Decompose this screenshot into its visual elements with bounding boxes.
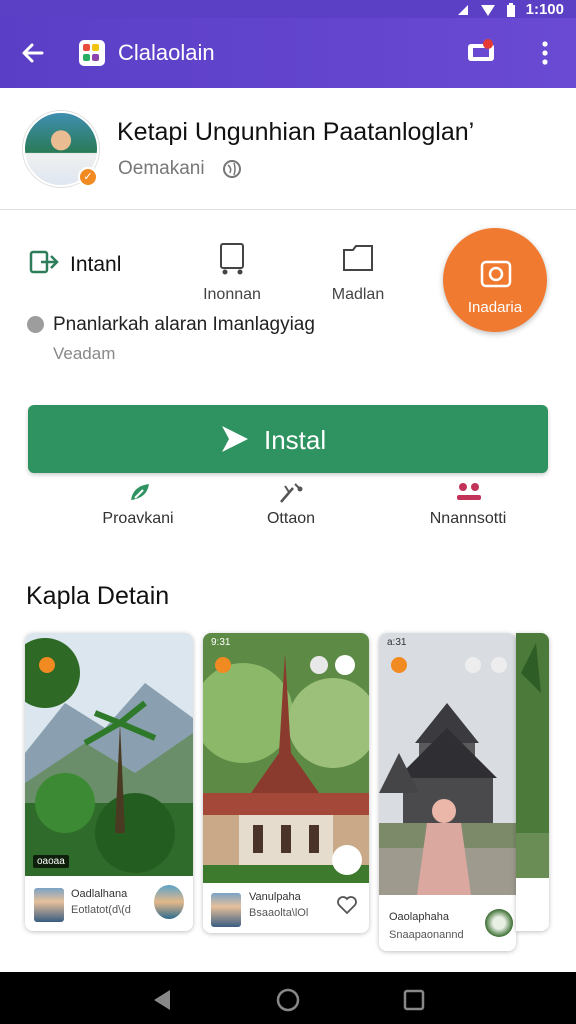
- signal-icon: [457, 4, 468, 15]
- recents-nav-icon[interactable]: [402, 988, 426, 1012]
- avatar: [154, 885, 184, 919]
- cast-icon[interactable]: [466, 39, 496, 65]
- screenshot-card[interactable]: [516, 633, 549, 931]
- screenshot-image: [379, 633, 516, 895]
- card-user-meta: Bsaaolta\lOl: [249, 907, 309, 919]
- status-dot-icon: [27, 316, 44, 333]
- feature-note-sub: Veadam: [53, 344, 116, 363]
- system-nav-bar: [0, 972, 576, 1024]
- card-caption: oaoaa: [33, 855, 69, 868]
- developer-name[interactable]: Oemakani: [118, 158, 205, 180]
- section-title: Kapla Detain: [26, 582, 170, 610]
- app-name: Ketapi Ungunhian Paatanloglan’: [117, 118, 475, 146]
- card-user-name: Vanulpaha: [249, 891, 301, 903]
- feature-note: Pnanlarkah alaran Imanlagyiag: [53, 314, 315, 335]
- install-source-icon: [29, 250, 59, 274]
- avatar: [485, 909, 513, 937]
- more-vert-icon[interactable]: [535, 39, 555, 67]
- wifi-icon: [480, 4, 495, 16]
- people-icon[interactable]: [455, 480, 483, 504]
- fab-button[interactable]: Inadaria: [443, 228, 547, 332]
- card-user-meta: Eotlatot(d\(d: [71, 904, 131, 916]
- install-label: Instal: [264, 425, 327, 455]
- wand-icon[interactable]: [277, 480, 305, 504]
- share-leaf-icon[interactable]: [127, 480, 155, 504]
- feature-item-label: Madlan: [331, 286, 385, 303]
- screenshot-card[interactable]: a:31 Oaolaphaha Snaapaonannd: [379, 633, 516, 951]
- status-time: 1:100: [525, 1, 564, 18]
- folder-icon[interactable]: [341, 242, 375, 276]
- card-status-time: a:31: [387, 637, 407, 648]
- card-status-time: 9:31: [211, 637, 231, 648]
- app-bar: Clalaolain: [0, 18, 576, 88]
- screenshot-image: [25, 633, 193, 876]
- action-label[interactable]: Nnannsotti: [398, 510, 538, 528]
- home-nav-icon[interactable]: [276, 988, 300, 1012]
- screenshot-image: [203, 633, 369, 883]
- feature-primary-label: Intanl: [70, 253, 122, 276]
- globe-icon: [223, 160, 241, 178]
- device-icon[interactable]: [216, 242, 250, 276]
- action-label[interactable]: Ottaon: [221, 510, 361, 528]
- app-bar-title: Clalaolain: [118, 40, 215, 65]
- card-footer: Vanulpaha Bsaaolta\lOl: [203, 883, 369, 933]
- avatar: [34, 888, 64, 922]
- battery-icon: [506, 2, 515, 17]
- camera-icon: [480, 260, 512, 288]
- screenshot-card[interactable]: oaoaa Oadlalhana Eotlatot(d\(d: [25, 633, 193, 931]
- screenshot-image: [516, 633, 549, 878]
- card-user-meta: Snaapaonannd: [389, 929, 464, 941]
- card-user-name: Oaolaphaha: [389, 911, 449, 923]
- back-arrow-icon[interactable]: [18, 38, 48, 68]
- card-footer: [516, 878, 549, 931]
- back-nav-icon[interactable]: [150, 988, 174, 1012]
- status-bar: 1:100: [0, 0, 576, 18]
- card-footer: Oadlalhana Eotlatot(d\(d: [25, 876, 193, 931]
- avatar: [211, 893, 241, 927]
- play-store-icon: [222, 426, 248, 452]
- app-grid-icon: [79, 40, 105, 66]
- card-user-name: Oadlalhana: [71, 888, 128, 900]
- action-label[interactable]: Proavkani: [68, 510, 208, 528]
- install-button[interactable]: Instal: [28, 405, 548, 473]
- feature-item-label: Inonnan: [203, 286, 261, 303]
- card-footer: Oaolaphaha Snaapaonannd: [379, 895, 516, 951]
- fab-label: Inadaria: [467, 299, 523, 316]
- app-header: ✓ Ketapi Ungunhian Paatanloglan’ Oemakan…: [0, 88, 576, 210]
- heart-icon[interactable]: [336, 895, 358, 915]
- verified-badge-icon: ✓: [78, 167, 98, 187]
- screenshot-card[interactable]: 9:31 Vanulpaha Bsaaolta\lOl: [203, 633, 369, 933]
